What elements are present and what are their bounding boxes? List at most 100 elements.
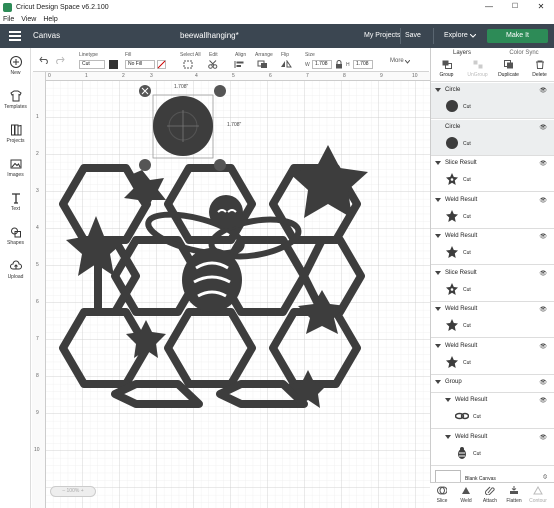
weld-label: Weld (460, 498, 472, 504)
sidebar-item-templates[interactable]: Templates (0, 90, 31, 110)
sidebar-item-text[interactable]: Text (0, 192, 31, 212)
my-projects-button[interactable]: My Projects (364, 32, 401, 39)
eye-icon[interactable]: 👁 (539, 124, 547, 131)
hexagon (164, 308, 256, 388)
width-input[interactable]: 1.708 (312, 60, 332, 69)
delete-button[interactable]: Delete (524, 60, 554, 78)
layer-row[interactable]: Weld Result 👁 Cut (431, 430, 554, 466)
star-thumb-icon (446, 210, 458, 222)
eye-icon[interactable]: 👁 (539, 306, 547, 313)
redo-icon[interactable] (55, 56, 65, 64)
eye-icon[interactable]: 👁 (539, 270, 547, 277)
color-swatch[interactable] (109, 60, 118, 69)
sidebar-item-new[interactable]: New (0, 56, 31, 76)
layer-row[interactable]: Weld Result 👁 Cut (431, 193, 554, 229)
sidebar-item-projects[interactable]: Projects (0, 124, 31, 144)
weld-icon (462, 487, 470, 494)
app-icon (3, 2, 12, 12)
sidebar-label-text: Text (10, 206, 21, 212)
arrange-label: Arrange (255, 52, 273, 58)
layer-actions-bar: Slice Weld Attach Flatten Contour (430, 482, 554, 508)
flip-icon[interactable] (280, 60, 292, 69)
sidebar-item-shapes[interactable]: Shapes (0, 226, 31, 246)
contour-button[interactable]: Contour (526, 486, 550, 504)
eye-icon[interactable]: 👁 (539, 397, 547, 404)
machine-selector[interactable]: Explore (444, 32, 468, 39)
eye-icon[interactable]: 👁 (539, 197, 547, 204)
ungroup-icon (473, 60, 482, 69)
tab-color-sync[interactable]: Color Sync (493, 48, 554, 58)
bee-honeycomb-design[interactable] (32, 72, 430, 508)
duplicate-button[interactable]: Duplicate (493, 60, 524, 78)
lock-icon[interactable] (335, 60, 343, 69)
trash-icon (535, 60, 544, 69)
tab-layers[interactable]: Layers (431, 48, 493, 58)
flatten-button[interactable]: Flatten (502, 486, 526, 504)
sidebar-item-images[interactable]: Images (0, 158, 31, 178)
hamburger-menu-icon[interactable] (9, 31, 21, 41)
eye-icon[interactable]: 👁 (539, 160, 547, 167)
duplicate-icon (503, 60, 513, 69)
edit-label: Edit (209, 52, 218, 58)
shirt-icon (9, 90, 22, 102)
eye-icon[interactable]: 👁 (539, 87, 547, 94)
ungroup-button[interactable]: UnGroup (462, 60, 493, 78)
fill-swatch-icon[interactable] (157, 60, 166, 69)
group-icon (442, 60, 452, 69)
linetype-select[interactable]: Cut (79, 60, 105, 69)
align-icon[interactable] (234, 60, 246, 69)
height-input[interactable]: 1.708 (353, 60, 373, 69)
layer-row[interactable]: Weld Result 👁 Cut (431, 339, 554, 375)
hexagon (300, 236, 365, 316)
layer-row[interactable]: Circle 👁 Cut (431, 83, 554, 119)
layer-row[interactable]: Weld Result 👁 Cut (431, 393, 554, 429)
arrange-icon[interactable] (257, 60, 269, 69)
make-it-button[interactable]: Make It (487, 29, 548, 43)
sidebar-item-upload[interactable]: Upload (0, 260, 31, 280)
star-thumb-icon (446, 246, 458, 258)
fill-select[interactable]: No Fill (125, 60, 155, 69)
rotate-handle[interactable] (214, 85, 226, 97)
slice-icon (437, 486, 447, 495)
layer-row[interactable]: Slice Result 👁 Cut (431, 266, 554, 302)
chevron-down-icon[interactable] (470, 34, 476, 38)
select-all-icon[interactable] (183, 60, 193, 69)
more-chevron-icon[interactable] (405, 60, 410, 64)
align-label: Align (235, 52, 247, 58)
contour-label: Contour (529, 498, 547, 504)
layer-row[interactable]: Circle 👁 Cut (431, 120, 554, 156)
eye-icon[interactable]: 👁 (539, 379, 547, 386)
flatten-label: Flatten (506, 498, 522, 504)
minimize-button[interactable]: — (476, 0, 502, 14)
menu-view[interactable]: View (21, 16, 36, 23)
maximize-button[interactable]: ☐ (502, 0, 528, 14)
close-window-button[interactable]: ✕ (528, 0, 554, 14)
duplicate-label: Duplicate (498, 72, 519, 78)
group-button[interactable]: Group (431, 60, 462, 78)
save-button[interactable]: Save (405, 32, 421, 39)
eye-icon[interactable]: 👁 (539, 434, 547, 441)
lock-handle[interactable] (139, 159, 151, 171)
menu-file[interactable]: File (3, 16, 14, 23)
group-label: Group (439, 72, 454, 78)
sidebar-label-new: New (10, 70, 21, 76)
project-name[interactable]: beewallhanging* (180, 31, 239, 40)
layer-row[interactable]: Weld Result 👁 Cut (431, 229, 554, 265)
eye-icon[interactable]: 👁 (539, 233, 547, 240)
eye-icon[interactable]: 👁 (539, 343, 547, 350)
flip-label: Flip (281, 52, 290, 58)
resize-handle[interactable] (214, 159, 226, 171)
more-button[interactable]: More (390, 58, 404, 64)
zoom-control[interactable]: – 100% + (50, 486, 96, 497)
menu-help[interactable]: Help (43, 16, 57, 23)
slice-button[interactable]: Slice (430, 486, 454, 504)
layer-group-row[interactable]: Group 👁 (431, 375, 554, 393)
scissors-icon[interactable] (208, 60, 220, 69)
layer-row[interactable]: Slice Result 👁 Cut (431, 156, 554, 192)
weld-button[interactable]: Weld (454, 486, 478, 504)
layer-row[interactable]: Weld Result 👁 Cut (431, 302, 554, 338)
attach-button[interactable]: Attach (478, 486, 502, 504)
zoom-in-icon[interactable]: + (79, 488, 84, 494)
undo-icon[interactable] (39, 56, 49, 64)
eye-slash-icon[interactable]: ⦸ (543, 474, 547, 481)
